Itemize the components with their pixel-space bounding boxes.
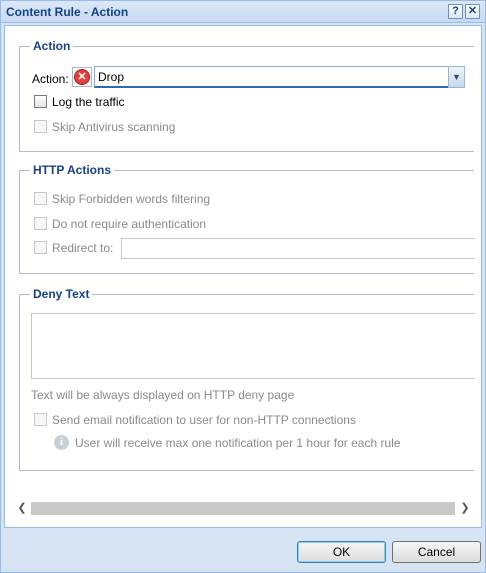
help-icon[interactable]: ?: [448, 4, 463, 19]
deny-text-fieldset: Deny Text Text will be always displayed …: [19, 287, 475, 471]
deny-icon: ✕: [74, 69, 90, 85]
scrollbar-thumb[interactable]: [31, 502, 455, 515]
action-fieldset: Action Action: ✕ Drop ▼ Log the traffic …: [19, 39, 474, 152]
action-select-value: Drop: [98, 70, 125, 84]
deny-text-hint: Text will be always displayed on HTTP de…: [31, 388, 295, 402]
email-notification-label[interactable]: Send email notification to user for non-…: [52, 413, 356, 427]
notification-info-text: User will receive max one notification p…: [75, 436, 401, 450]
skip-antivirus-checkbox[interactable]: [34, 120, 47, 133]
scroll-right-icon[interactable]: ❯: [457, 500, 473, 517]
email-notification-checkbox[interactable]: [34, 413, 47, 426]
redirect-label[interactable]: Redirect to:: [52, 241, 113, 255]
dialog-title: Content Rule - Action: [6, 5, 129, 19]
skip-antivirus-label[interactable]: Skip Antivirus scanning: [52, 120, 175, 134]
deny-text-legend: Deny Text: [30, 287, 93, 301]
action-label: Action:: [32, 72, 69, 86]
dialog-body: Action Action: ✕ Drop ▼ Log the traffic …: [4, 25, 482, 528]
no-auth-label[interactable]: Do not require authentication: [52, 217, 206, 231]
log-traffic-checkbox[interactable]: [34, 95, 47, 108]
dialog-titlebar[interactable]: Content Rule - Action ? ✕: [1, 1, 485, 23]
info-icon: i: [54, 435, 69, 450]
ok-button[interactable]: OK: [297, 541, 386, 563]
action-legend: Action: [30, 39, 74, 53]
log-traffic-label[interactable]: Log the traffic: [52, 95, 125, 109]
deny-text-area[interactable]: [31, 313, 475, 379]
action-type-indicator: ✕: [72, 67, 92, 87]
skip-forbidden-label[interactable]: Skip Forbidden words filtering: [52, 192, 210, 206]
redirect-url-field[interactable]: [121, 238, 475, 259]
horizontal-scrollbar[interactable]: ❮ ❯: [14, 500, 474, 517]
action-select[interactable]: Drop: [94, 66, 449, 88]
no-auth-checkbox[interactable]: [34, 217, 47, 230]
close-icon[interactable]: ✕: [465, 4, 480, 19]
http-actions-fieldset: HTTP Actions Skip Forbidden words filter…: [19, 163, 475, 274]
scroll-left-icon[interactable]: ❮: [14, 500, 30, 517]
content-rule-dialog: Content Rule - Action ? ✕ Action Action:…: [0, 0, 486, 573]
cancel-button[interactable]: Cancel: [392, 541, 481, 563]
chevron-down-icon[interactable]: ▼: [448, 66, 465, 88]
redirect-checkbox[interactable]: [34, 241, 47, 254]
http-actions-legend: HTTP Actions: [30, 163, 115, 177]
skip-forbidden-checkbox[interactable]: [34, 192, 47, 205]
